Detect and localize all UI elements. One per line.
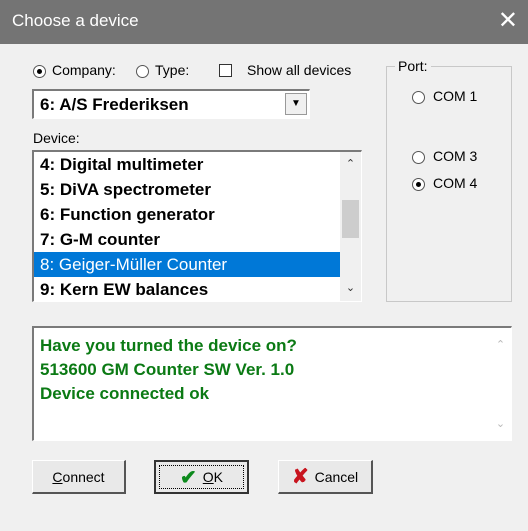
list-item[interactable]: 7: G-M counter (34, 227, 340, 252)
show-all-checkbox[interactable] (219, 64, 232, 77)
ok-button-label: OK (202, 469, 223, 485)
list-item[interactable]: 6: Function generator (34, 202, 340, 227)
message-line: Have you turned the device on? (40, 336, 297, 355)
cancel-button-label: Cancel (314, 468, 359, 485)
check-icon: ✔ (180, 466, 197, 489)
message-box: Have you turned the device on? 513600 GM… (32, 326, 512, 441)
list-item[interactable]: 5: DiVA spectrometer (34, 177, 340, 202)
show-all-label[interactable]: Show all devices (247, 62, 351, 78)
company-radio-label[interactable]: Company: (52, 62, 116, 78)
scroll-up-icon[interactable]: ⌃ (340, 154, 361, 175)
scroll-down-icon: ⌄ (495, 418, 506, 430)
com3-label[interactable]: COM 3 (433, 148, 477, 164)
window-title: Choose a device (12, 11, 139, 30)
port-label: Port: (395, 58, 431, 74)
title-bar: Choose a device ✕ (0, 0, 528, 44)
type-radio[interactable] (136, 65, 149, 78)
company-select[interactable]: 6: A/S Frederiksen ▼ (32, 89, 310, 119)
scroll-up-icon: ⌃ (495, 339, 506, 351)
device-label: Device: (33, 130, 80, 146)
chevron-down-icon[interactable]: ▼ (285, 93, 307, 115)
com4-label[interactable]: COM 4 (433, 175, 477, 191)
com4-radio[interactable] (412, 178, 425, 191)
com3-radio[interactable] (412, 151, 425, 164)
message-text: Have you turned the device on? 513600 GM… (40, 334, 297, 406)
list-item[interactable]: 4: Digital multimeter (34, 152, 340, 177)
connect-button-label: Connect (52, 468, 105, 485)
company-radio[interactable] (33, 65, 46, 78)
list-item[interactable]: 9: Kern EW balances (34, 277, 340, 301)
scroll-thumb[interactable] (342, 200, 359, 238)
device-list-scrollbar[interactable]: ⌃ ⌄ (340, 152, 361, 301)
type-radio-label[interactable]: Type: (155, 62, 189, 78)
com1-radio[interactable] (412, 91, 425, 104)
cancel-button[interactable]: ✘ Cancel (278, 460, 373, 494)
close-icon[interactable]: ✕ (498, 7, 518, 35)
connect-button[interactable]: Connect (32, 460, 126, 494)
close-icon: ✘ (291, 466, 309, 488)
message-line: 513600 GM Counter SW Ver. 1.0 (40, 360, 295, 379)
ok-button[interactable]: ✔ OK (154, 460, 249, 494)
com1-label[interactable]: COM 1 (433, 88, 477, 104)
list-item-selected[interactable]: 8: Geiger-Müller Counter (34, 252, 340, 277)
message-line: Device connected ok (40, 384, 210, 403)
scroll-down-icon[interactable]: ⌄ (340, 278, 361, 299)
message-scrollbar: ⌃ ⌄ (490, 328, 511, 440)
company-select-value: 6: A/S Frederiksen (40, 95, 189, 114)
device-list[interactable]: 4: Digital multimeter 5: DiVA spectromet… (32, 150, 362, 302)
